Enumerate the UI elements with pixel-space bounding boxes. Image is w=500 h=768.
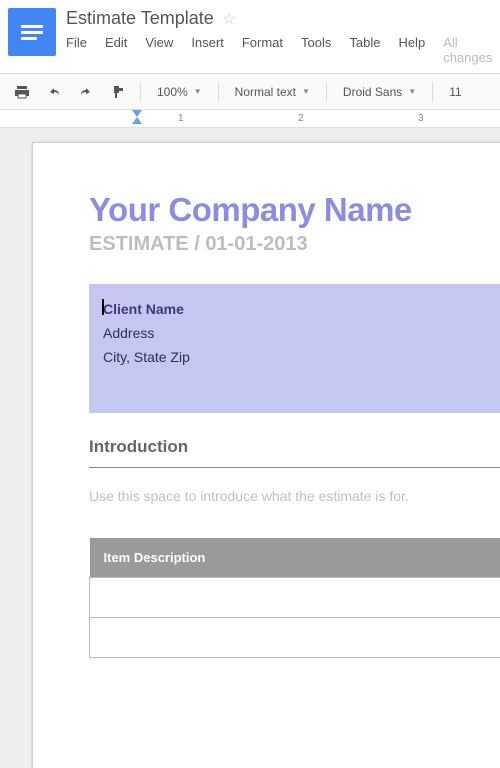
- chevron-down-icon: ▼: [408, 87, 416, 96]
- menu-tools[interactable]: Tools: [301, 35, 331, 65]
- menu-file[interactable]: File: [66, 35, 87, 65]
- toolbar-divider: [326, 82, 327, 102]
- client-address[interactable]: Address: [103, 322, 500, 346]
- document-title[interactable]: Estimate Template: [66, 8, 214, 29]
- menu-insert[interactable]: Insert: [191, 35, 224, 65]
- fontsize-value: 11: [449, 85, 461, 99]
- toolbar-divider: [140, 82, 141, 102]
- save-status: All changes: [443, 35, 500, 65]
- document-canvas[interactable]: Your Company Name ESTIMATE / 01-01-2013 …: [0, 128, 500, 768]
- menu-edit[interactable]: Edit: [105, 35, 127, 65]
- document-page[interactable]: Your Company Name ESTIMATE / 01-01-2013 …: [32, 142, 500, 768]
- estimate-sep: /: [189, 233, 206, 255]
- chevron-down-icon: ▼: [302, 87, 310, 96]
- toolbar-divider: [218, 82, 219, 102]
- intro-placeholder-text[interactable]: Use this space to introduce what the est…: [89, 488, 500, 504]
- text-cursor: [102, 299, 104, 315]
- menubar: File Edit View Insert Format Tools Table…: [64, 29, 500, 73]
- ruler-tick: 2: [298, 113, 304, 124]
- print-button[interactable]: [10, 81, 34, 103]
- menu-help[interactable]: Help: [398, 35, 425, 65]
- client-info-box[interactable]: Client Name Address City, State Zip: [89, 284, 500, 413]
- table-row[interactable]: [90, 618, 500, 658]
- app-header: Estimate Template ☆ File Edit View Inser…: [0, 0, 500, 74]
- chevron-down-icon: ▼: [194, 87, 202, 96]
- font-select[interactable]: Droid Sans ▼: [337, 82, 422, 102]
- items-table[interactable]: Item Description: [89, 538, 500, 658]
- docs-app-icon[interactable]: [8, 8, 56, 56]
- menu-format[interactable]: Format: [242, 35, 283, 65]
- ruler[interactable]: 1 2 3: [0, 110, 500, 128]
- intro-heading[interactable]: Introduction: [89, 437, 500, 457]
- table-row[interactable]: [90, 578, 500, 618]
- ruler-tick: 1: [178, 113, 184, 124]
- menu-view[interactable]: View: [145, 35, 173, 65]
- ruler-tick: 3: [418, 113, 424, 124]
- toolbar: 100% ▼ Normal text ▼ Droid Sans ▼ 11: [0, 74, 500, 110]
- redo-button[interactable]: [74, 81, 98, 103]
- zoom-value: 100%: [157, 85, 188, 99]
- intro-divider: [89, 467, 500, 468]
- style-select[interactable]: Normal text ▼: [229, 82, 316, 102]
- font-value: Droid Sans: [343, 85, 402, 99]
- first-line-indent-marker[interactable]: [132, 110, 142, 117]
- style-value: Normal text: [235, 85, 296, 99]
- menu-lines-icon: [21, 25, 43, 40]
- estimate-label: ESTIMATE: [89, 233, 189, 255]
- toolbar-divider: [432, 82, 433, 102]
- zoom-select[interactable]: 100% ▼: [151, 82, 208, 102]
- col-item-description[interactable]: Item Description: [90, 538, 500, 578]
- company-name[interactable]: Your Company Name: [89, 191, 500, 229]
- table-header-row: Item Description: [90, 538, 500, 578]
- left-indent-marker[interactable]: [132, 117, 142, 124]
- estimate-line[interactable]: ESTIMATE / 01-01-2013: [89, 233, 500, 256]
- star-icon[interactable]: ☆: [222, 9, 236, 29]
- client-name[interactable]: Client Name: [103, 298, 500, 322]
- client-name-text: Client Name: [103, 301, 184, 317]
- fontsize-select[interactable]: 11: [443, 82, 467, 102]
- undo-button[interactable]: [42, 81, 66, 103]
- paint-format-button[interactable]: [106, 81, 130, 103]
- menu-table[interactable]: Table: [349, 35, 380, 65]
- client-city[interactable]: City, State Zip: [103, 346, 500, 370]
- estimate-date: 01-01-2013: [205, 233, 307, 255]
